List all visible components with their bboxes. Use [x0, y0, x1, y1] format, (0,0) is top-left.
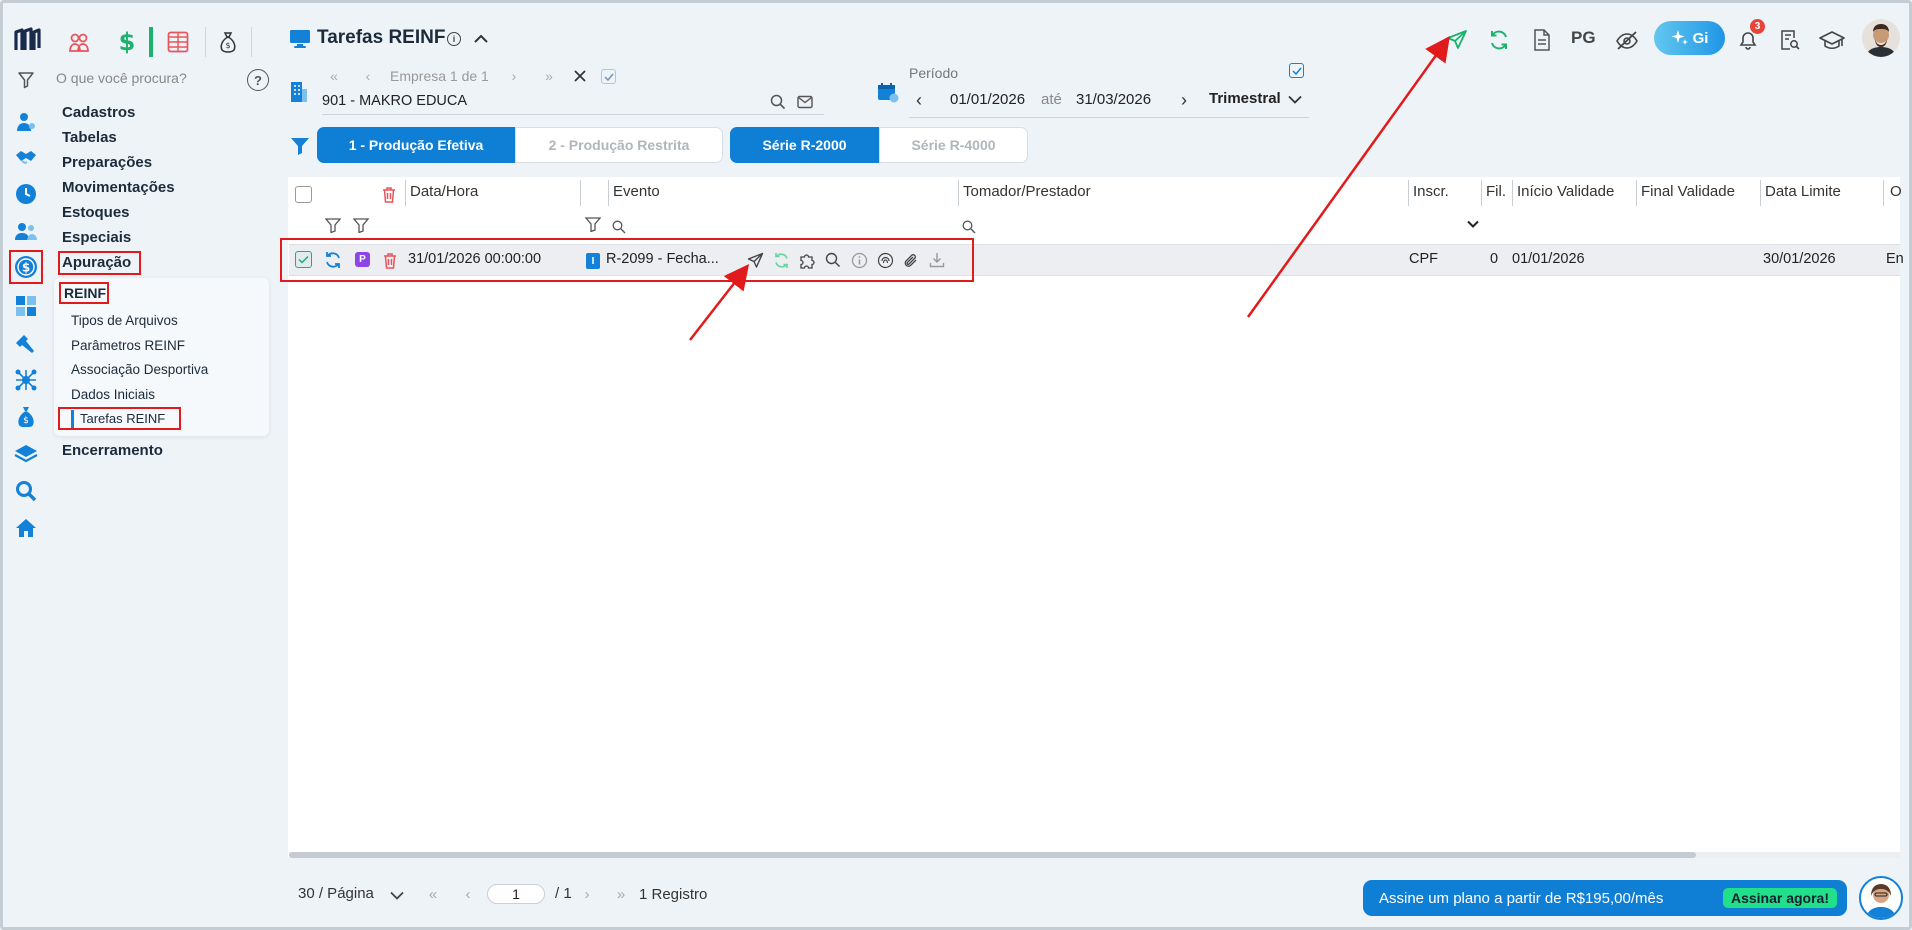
- assistant-avatar[interactable]: [1859, 876, 1903, 920]
- subscribe-button[interactable]: Assinar agora!: [1722, 888, 1837, 908]
- promo-text: Assine um plano a partir de R$195,00/mês: [1379, 889, 1664, 907]
- promo-banner[interactable]: Assine um plano a partir de R$195,00/mês…: [1363, 880, 1847, 916]
- prev-page-icon[interactable]: ‹: [461, 885, 475, 903]
- annotation-arrows: [689, 35, 1450, 341]
- page-total: / 1: [555, 885, 572, 902]
- last-page-icon[interactable]: »: [611, 885, 631, 903]
- record-count: 1 Registro: [639, 886, 708, 903]
- next-page-icon[interactable]: ›: [580, 885, 594, 903]
- page-size-select[interactable]: 30 / Página: [298, 885, 374, 902]
- first-page-icon[interactable]: «: [423, 885, 443, 903]
- page-size-chevron-icon[interactable]: [389, 887, 405, 903]
- page-number-input[interactable]: 1: [487, 884, 545, 904]
- arrow-to-row-send: [689, 264, 750, 341]
- arrow-to-toolbar-send: [1246, 35, 1450, 318]
